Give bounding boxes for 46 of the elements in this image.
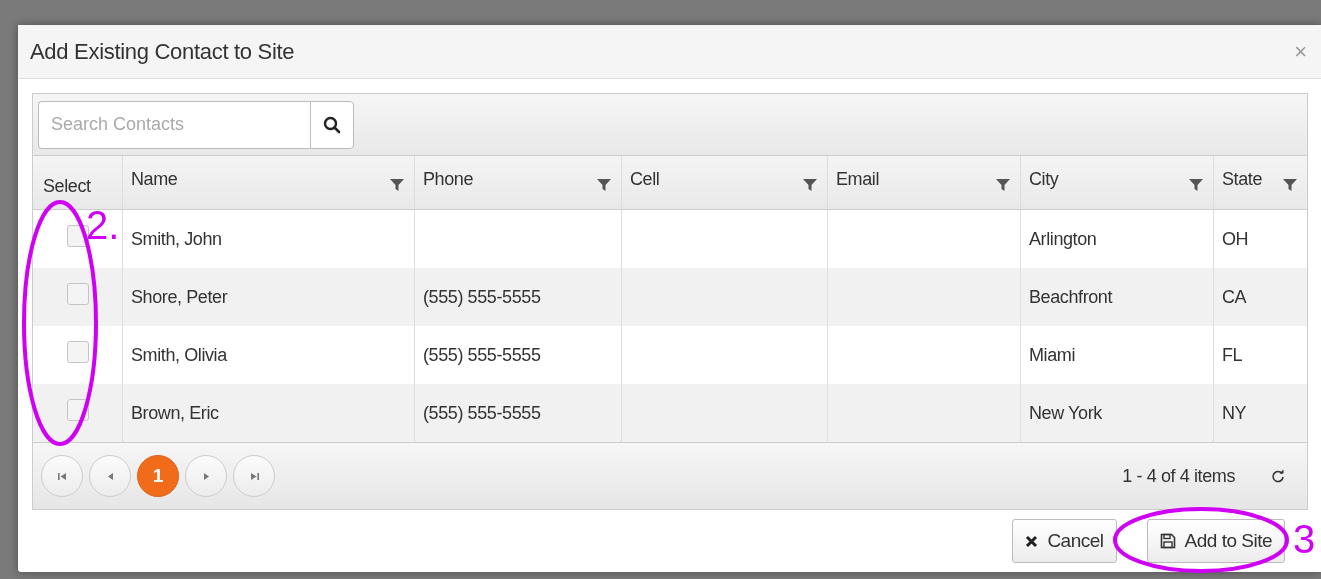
table-cell: Brown, Eric xyxy=(131,402,219,424)
column-header[interactable]: Cell xyxy=(630,169,660,190)
table-cell: Smith, John xyxy=(131,228,222,250)
table-cell: (555) 555-5555 xyxy=(423,344,541,366)
table-cell: Beachfront xyxy=(1029,286,1113,308)
filter-icon[interactable] xyxy=(390,178,404,192)
annotation-label: 2. xyxy=(86,205,120,245)
add-to-site-button[interactable]: Add to Site xyxy=(1146,519,1285,563)
previous-page-icon xyxy=(106,471,114,481)
table-cell: OH xyxy=(1222,228,1249,250)
search-field[interactable]: Search Contacts xyxy=(38,100,310,149)
column-header[interactable]: State xyxy=(1222,169,1263,190)
filter-icon[interactable] xyxy=(1189,178,1203,192)
last-page-icon xyxy=(249,471,259,481)
table-cell: Arlington xyxy=(1029,228,1097,250)
column-header[interactable]: Name xyxy=(131,169,178,190)
filter-icon[interactable] xyxy=(996,178,1010,192)
save-icon xyxy=(1159,533,1176,549)
cancel-button[interactable]: Cancel xyxy=(1012,519,1117,563)
filter-icon[interactable] xyxy=(597,178,611,192)
filter-icon[interactable] xyxy=(1283,178,1297,192)
table-cell: Smith, Olivia xyxy=(131,344,227,366)
table-cell: New York xyxy=(1029,402,1102,424)
search-button[interactable] xyxy=(310,100,354,149)
search-icon xyxy=(323,115,341,134)
column-header[interactable]: Phone xyxy=(423,169,474,190)
column-header[interactable]: City xyxy=(1029,169,1059,190)
table-cell: CA xyxy=(1222,286,1247,308)
annotation-label: 3 xyxy=(1293,519,1316,559)
dialog-title: Add Existing Contact to Site xyxy=(30,38,296,65)
refresh-icon[interactable] xyxy=(1271,469,1285,483)
table-cell: (555) 555-5555 xyxy=(423,286,541,308)
table-cell: Miami xyxy=(1029,344,1075,366)
table-cell: (555) 555-5555 xyxy=(423,402,541,424)
table-cell: FL xyxy=(1222,344,1243,366)
filter-icon[interactable] xyxy=(803,178,817,192)
pager-summary: 1 - 4 of 4 items xyxy=(1122,465,1235,487)
close-icon xyxy=(1025,534,1039,548)
row-checkbox[interactable] xyxy=(66,341,89,363)
table-cell: Shore, Peter xyxy=(131,286,228,308)
column-header[interactable]: Email xyxy=(836,169,879,190)
table-cell: NY xyxy=(1222,402,1247,424)
row-checkbox[interactable] xyxy=(66,283,89,305)
next-page-icon xyxy=(202,471,210,481)
first-page-icon xyxy=(57,471,67,481)
column-header[interactable]: Select xyxy=(43,176,91,197)
